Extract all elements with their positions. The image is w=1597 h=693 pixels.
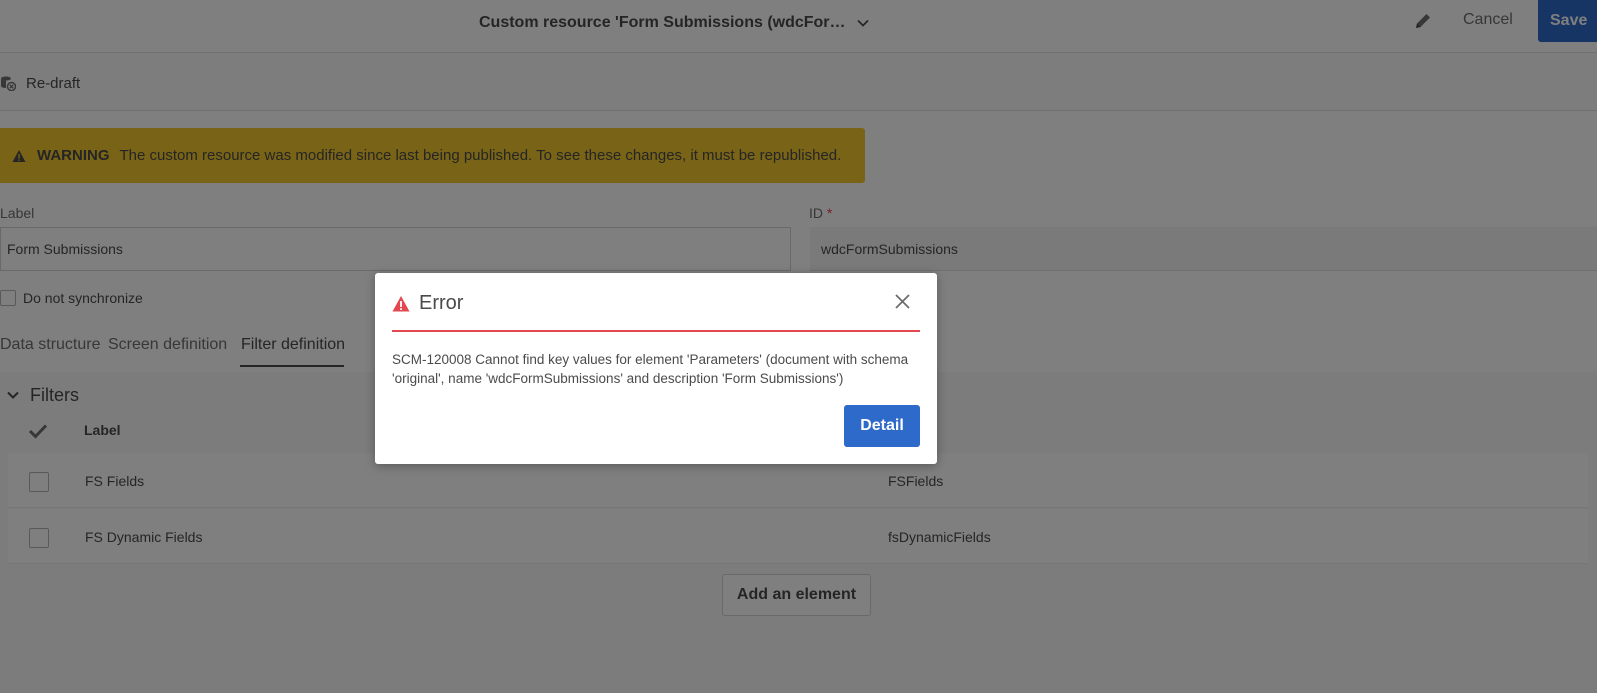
detail-button[interactable]: Detail — [844, 405, 920, 447]
error-message: SCM-120008 Cannot find key values for el… — [392, 352, 909, 386]
alert-icon — [392, 295, 410, 311]
error-dialog: Error SCM-120008 Cannot find key values … — [375, 273, 937, 464]
dialog-divider — [392, 330, 920, 332]
close-icon[interactable] — [894, 293, 911, 310]
dialog-title-group: Error — [392, 292, 463, 315]
dialog-title: Error — [419, 292, 464, 314]
